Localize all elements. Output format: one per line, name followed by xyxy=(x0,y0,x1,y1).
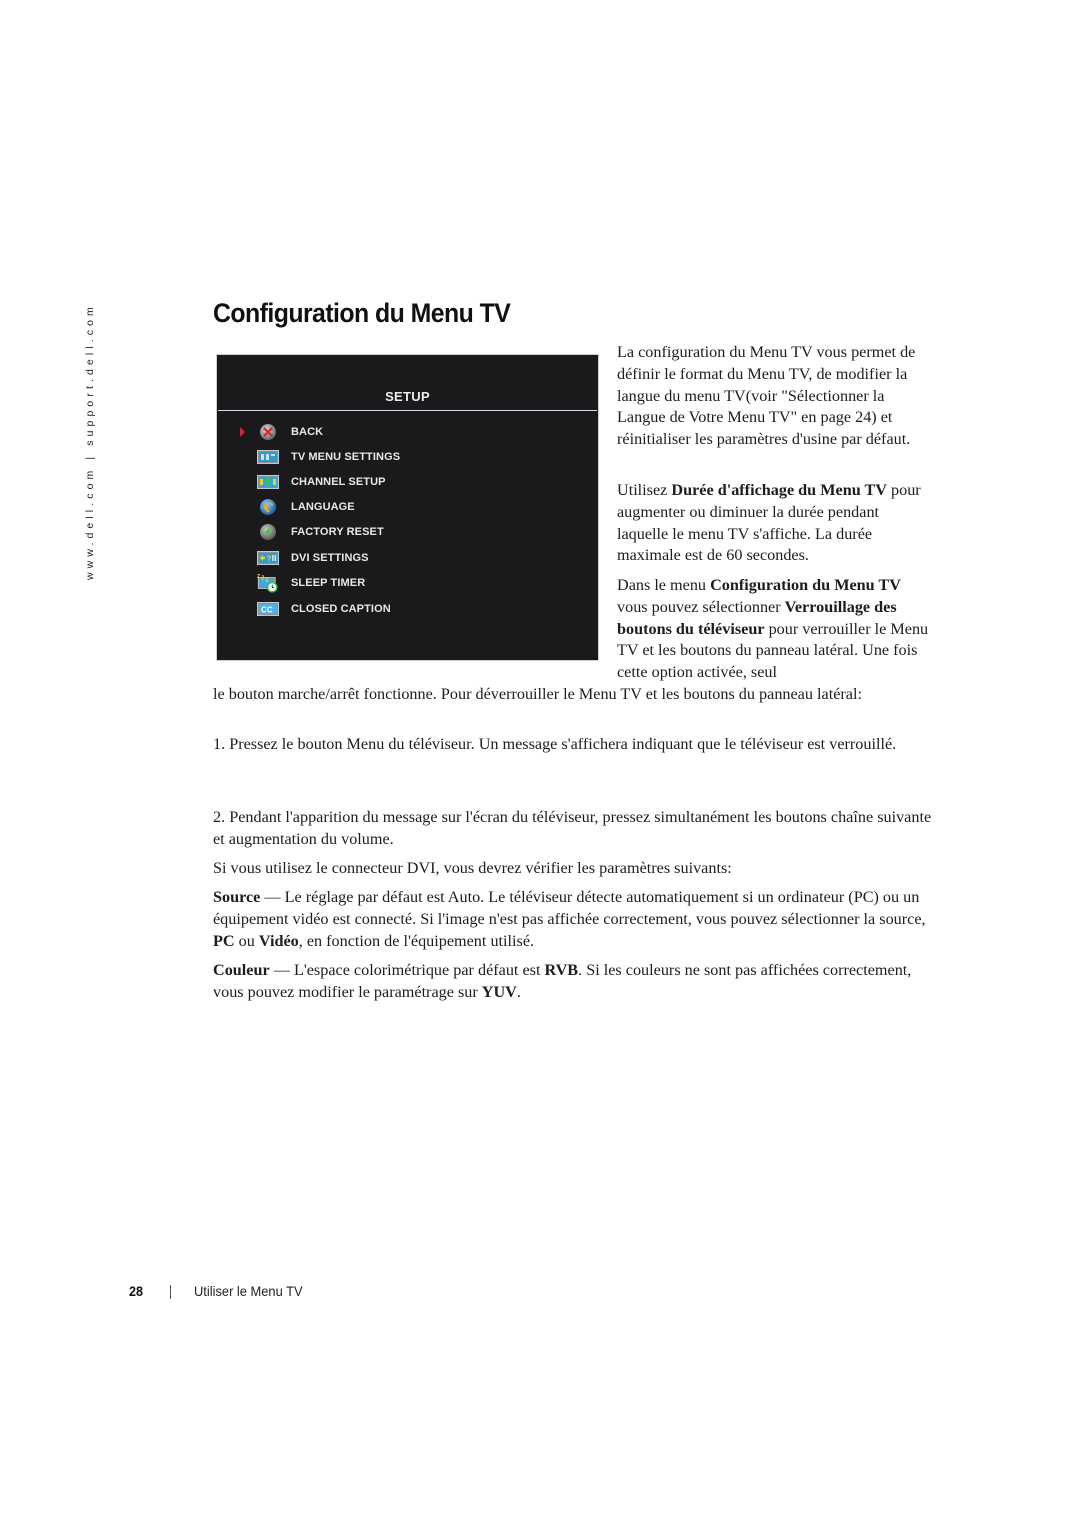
text-run: ou xyxy=(234,931,259,950)
tv-menu-settings-icon xyxy=(257,447,279,467)
text-run: . xyxy=(516,982,521,1001)
tv-menu-item-label: FACTORY RESET xyxy=(291,526,384,538)
back-x-icon xyxy=(257,422,279,442)
globe-icon xyxy=(257,497,279,517)
text-run: — L'espace colorimétrique par défaut est xyxy=(269,961,545,979)
option-video: Vidéo xyxy=(258,931,299,950)
footer-divider xyxy=(170,1285,171,1299)
tv-menu-item-label: CLOSED CAPTION xyxy=(291,603,391,615)
term-configuration-menu-tv: Configuration du Menu TV xyxy=(710,576,901,594)
intro-paragraph: La configuration du Menu TV vous permet … xyxy=(617,343,916,449)
text-run: , en fonction de l'équipement utilisé. xyxy=(298,931,535,950)
svg-text:Z: Z xyxy=(261,576,264,582)
sleep-timer-clock-icon: ZZZ xyxy=(257,573,279,593)
source-paragraph: Source — Le réglage par défaut est Auto.… xyxy=(213,887,938,952)
tv-menu-item-label: SLEEP TIMER xyxy=(291,577,366,589)
lock-paragraph-start: Dans le menu Configuration du Menu TV vo… xyxy=(617,575,933,684)
tv-menu-item-label: CHANNEL SETUP xyxy=(291,476,386,488)
term-couleur: Couleur xyxy=(213,961,270,979)
closed-caption-icon: CC xyxy=(257,599,279,619)
text-run: — Le réglage par défaut est Auto. Le tél… xyxy=(213,888,926,928)
option-rvb: RVB xyxy=(544,961,579,979)
svg-text:Z: Z xyxy=(265,577,268,583)
footer-section-title: Utiliser le Menu TV xyxy=(194,1283,303,1299)
text-run: Utilisez xyxy=(617,481,672,499)
sidebar-url: www.dell.com | support.dell.com xyxy=(84,303,96,580)
tv-menu-item-label: BACK xyxy=(291,426,324,438)
channel-setup-icon xyxy=(257,472,279,492)
tv-menu-divider xyxy=(218,410,597,411)
selection-arrow-icon xyxy=(240,427,245,437)
tv-menu-item-label: DVI SETTINGS xyxy=(291,552,369,564)
step-2: 2. Pendant l'apparition du message sur l… xyxy=(213,808,932,848)
dvi-intro: Si vous utilisez le connecteur DVI, vous… xyxy=(213,859,732,877)
page-title: Configuration du Menu TV xyxy=(213,298,511,328)
text-run: Dans le menu xyxy=(617,576,711,594)
display-duration-paragraph: Utilisez Durée d'affichage du Menu TV po… xyxy=(617,480,933,567)
svg-text:?: ? xyxy=(267,555,272,564)
page-number: 28 xyxy=(129,1283,144,1299)
term-source: Source xyxy=(213,888,261,906)
svg-text:Z: Z xyxy=(257,574,260,580)
step-1: 1. Pressez le bouton Menu du téléviseur.… xyxy=(213,735,897,753)
svg-text:CC: CC xyxy=(261,606,273,615)
lock-paragraph-end: le bouton marche/arrêt fonctionne. Pour … xyxy=(213,685,862,703)
factory-reset-icon xyxy=(257,522,279,542)
text-run: vous pouvez sélectionner xyxy=(617,597,785,616)
tv-menu-item-label: TV MENU SETTINGS xyxy=(291,451,401,463)
dvi-settings-icon: ? xyxy=(257,548,279,568)
option-pc: PC xyxy=(213,931,235,950)
tv-menu-title: SETUP xyxy=(385,389,430,404)
term-duree-affichage: Durée d'affichage du Menu TV xyxy=(671,481,887,499)
couleur-paragraph: Couleur — L'espace colorimétrique par dé… xyxy=(213,960,938,1004)
tv-menu-item-label: LANGUAGE xyxy=(291,501,355,513)
option-yuv: YUV xyxy=(481,982,517,1001)
tv-setup-menu-screenshot: SETUP BACK TV MENU SETTINGS CHANNEL SETU… xyxy=(216,354,599,661)
